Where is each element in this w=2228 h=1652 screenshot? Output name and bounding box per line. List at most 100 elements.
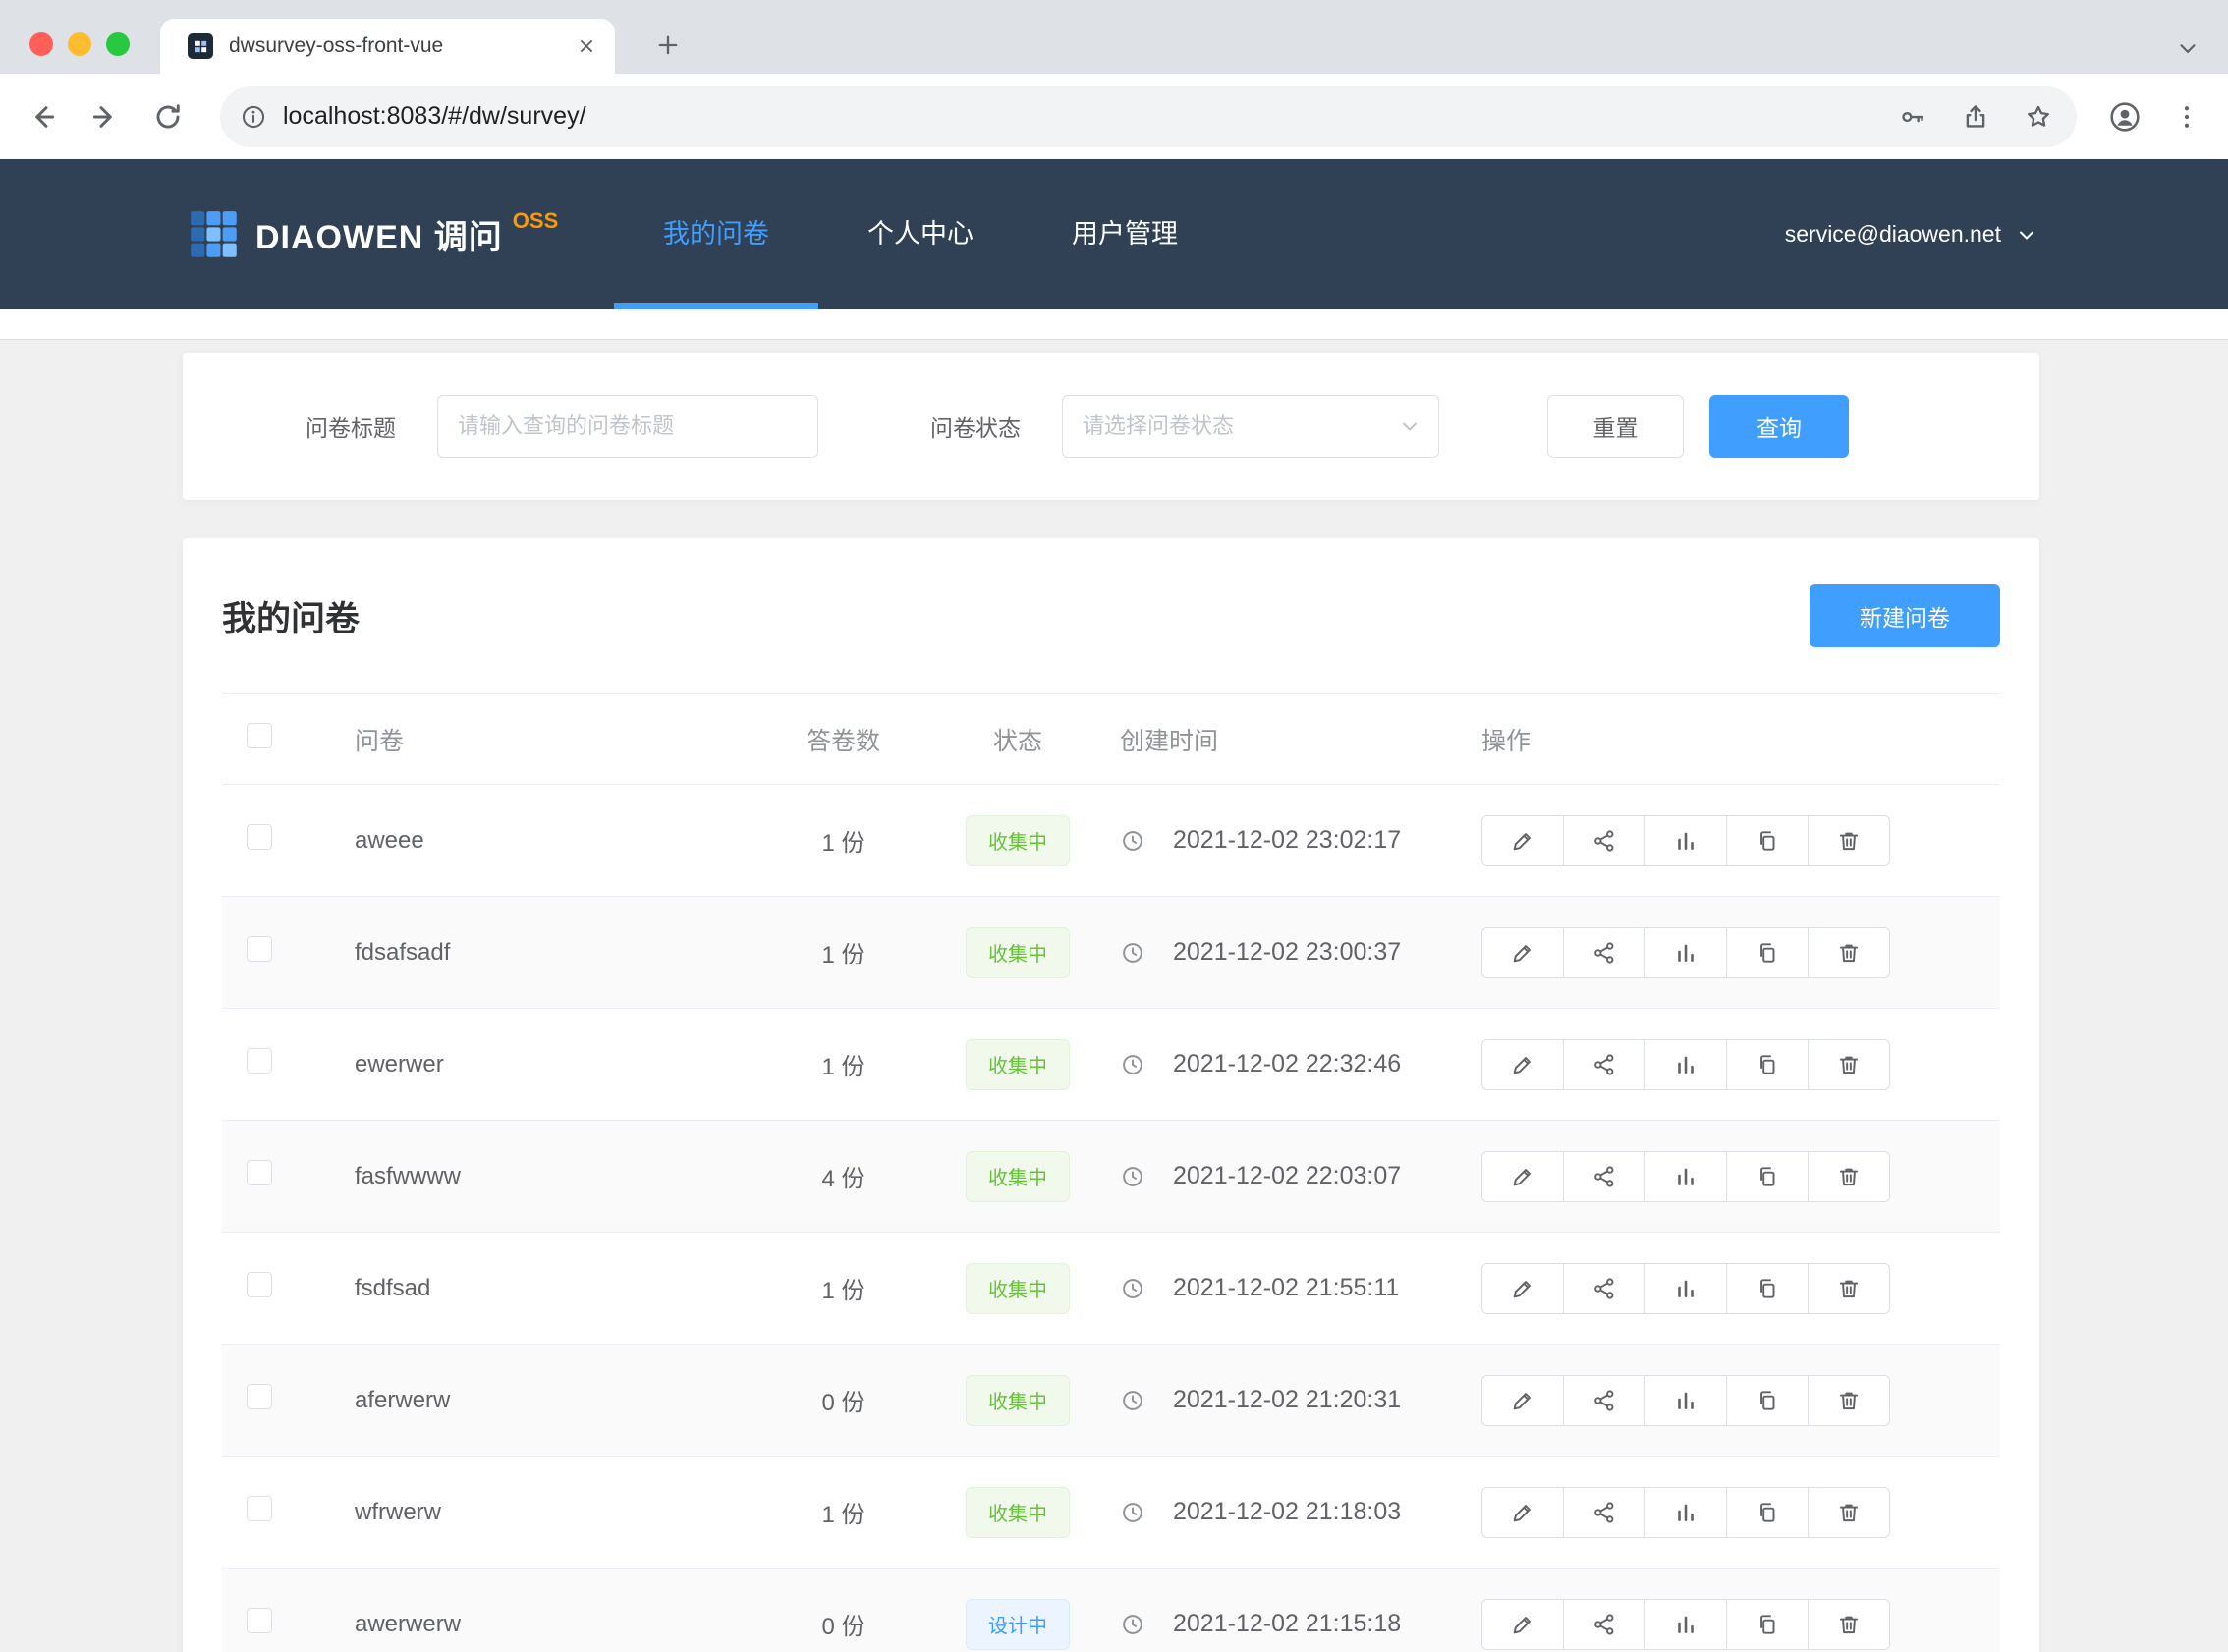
password-key-icon[interactable] (1898, 102, 1927, 132)
survey-name: aferwerw (355, 1387, 757, 1414)
edit-icon (1510, 1612, 1535, 1637)
delete-button[interactable] (1808, 1375, 1890, 1426)
nav-item-my-surveys[interactable]: 我的问卷 (614, 159, 818, 309)
share-button[interactable] (1563, 815, 1645, 866)
edit-button[interactable] (1481, 815, 1564, 866)
edit-button[interactable] (1481, 1263, 1564, 1314)
stats-icon (1673, 1052, 1699, 1077)
delete-button[interactable] (1808, 1151, 1890, 1202)
profile-avatar[interactable] (2108, 100, 2142, 134)
close-window-button[interactable] (29, 32, 53, 56)
row-checkbox[interactable] (247, 1496, 272, 1521)
edit-button[interactable] (1481, 1487, 1564, 1538)
share-button[interactable] (1563, 1151, 1645, 1202)
header-sub-bar (0, 309, 2228, 340)
survey-title-input[interactable] (437, 395, 818, 458)
browser-menu-icon[interactable] (2172, 102, 2201, 132)
minimize-window-button[interactable] (68, 32, 91, 56)
created-time: 2021-12-02 21:20:31 (1106, 1386, 1479, 1414)
nav-item-user-management[interactable]: 用户管理 (1023, 159, 1227, 309)
new-tab-button[interactable] (654, 31, 682, 59)
create-survey-button[interactable]: 新建问卷 (1810, 584, 2000, 647)
copy-button[interactable] (1726, 1151, 1809, 1202)
row-checkbox[interactable] (247, 1272, 272, 1297)
row-checkbox[interactable] (247, 1160, 272, 1185)
stats-button[interactable] (1644, 1599, 1727, 1650)
bookmark-star-icon[interactable] (2024, 102, 2053, 132)
delete-button[interactable] (1808, 1599, 1890, 1650)
survey-name: fdsafsadf (355, 939, 757, 966)
survey-name: wfrwerw (355, 1499, 757, 1526)
nav-item-personal-center[interactable]: 个人中心 (818, 159, 1023, 309)
row-checkbox[interactable] (247, 936, 272, 962)
edit-button[interactable] (1481, 1599, 1564, 1650)
reset-button[interactable]: 重置 (1547, 395, 1684, 458)
edit-button[interactable] (1481, 1375, 1564, 1426)
table-row: fasfwwww 4 份 收集中 2021-12-02 22:03:07 (222, 1121, 2000, 1233)
address-bar[interactable]: localhost:8083/#/dw/survey/ (220, 86, 2077, 147)
search-button[interactable]: 查询 (1709, 395, 1849, 458)
delete-button[interactable] (1808, 1263, 1890, 1314)
page-title: 我的问卷 (222, 591, 360, 641)
survey-status-select[interactable] (1062, 395, 1439, 458)
copy-button[interactable] (1726, 815, 1809, 866)
copy-button[interactable] (1726, 1375, 1809, 1426)
share-button[interactable] (1563, 1263, 1645, 1314)
response-count: 1 份 (757, 935, 929, 969)
share-button[interactable] (1563, 1599, 1645, 1650)
share-page-icon[interactable] (1961, 102, 1990, 132)
omnibox-actions (1898, 102, 2053, 132)
copy-button[interactable] (1726, 1263, 1809, 1314)
window-controls (29, 32, 130, 56)
url-text[interactable]: localhost:8083/#/dw/survey/ (283, 102, 1898, 131)
copy-button[interactable] (1726, 1039, 1809, 1090)
copy-button[interactable] (1726, 927, 1809, 978)
edit-button[interactable] (1481, 1039, 1564, 1090)
stats-icon (1673, 1388, 1699, 1413)
share-icon (1591, 828, 1617, 854)
share-button[interactable] (1563, 1487, 1645, 1538)
share-button[interactable] (1563, 1039, 1645, 1090)
delete-button[interactable] (1808, 927, 1890, 978)
delete-button[interactable] (1808, 815, 1890, 866)
browser-tab[interactable]: dwsurvey-oss-front-vue (160, 19, 615, 74)
zoom-window-button[interactable] (106, 32, 130, 56)
row-checkbox[interactable] (247, 1048, 272, 1074)
row-checkbox[interactable] (247, 1384, 272, 1409)
back-button[interactable] (26, 100, 59, 134)
forward-button[interactable] (88, 100, 122, 134)
tab-list-chevron-icon[interactable] (2175, 35, 2200, 61)
row-actions (1481, 1039, 2000, 1090)
stats-icon (1673, 828, 1699, 854)
edit-icon (1510, 1052, 1535, 1077)
select-all-checkbox[interactable] (247, 723, 272, 748)
delete-button[interactable] (1808, 1039, 1890, 1090)
share-icon (1591, 1276, 1617, 1301)
status-badge: 收集中 (966, 1039, 1070, 1090)
copy-button[interactable] (1726, 1487, 1809, 1538)
site-info-icon[interactable] (240, 103, 267, 131)
stats-button[interactable] (1644, 1487, 1727, 1538)
response-count: 0 份 (757, 1383, 929, 1417)
share-button[interactable] (1563, 1375, 1645, 1426)
row-checkbox[interactable] (247, 1608, 272, 1633)
reload-button[interactable] (151, 100, 185, 134)
account-menu[interactable]: service@diaowen.net (1785, 159, 2038, 309)
browser-toolbar: localhost:8083/#/dw/survey/ (0, 74, 2228, 159)
edit-icon (1510, 1164, 1535, 1189)
row-checkbox[interactable] (247, 824, 272, 850)
stats-button[interactable] (1644, 927, 1727, 978)
edit-button[interactable] (1481, 927, 1564, 978)
stats-button[interactable] (1644, 1039, 1727, 1090)
survey-table: 问卷 答卷数 状态 创建时间 操作 aweee 1 份 收集中 2021-12-… (222, 693, 2000, 1652)
stats-button[interactable] (1644, 1263, 1727, 1314)
stats-button[interactable] (1644, 815, 1727, 866)
share-button[interactable] (1563, 927, 1645, 978)
copy-button[interactable] (1726, 1599, 1809, 1650)
stats-button[interactable] (1644, 1375, 1727, 1426)
stats-button[interactable] (1644, 1151, 1727, 1202)
tab-close-icon[interactable] (576, 35, 597, 57)
edit-button[interactable] (1481, 1151, 1564, 1202)
table-body: aweee 1 份 收集中 2021-12-02 23:02:17 (222, 785, 2000, 1652)
delete-button[interactable] (1808, 1487, 1890, 1538)
